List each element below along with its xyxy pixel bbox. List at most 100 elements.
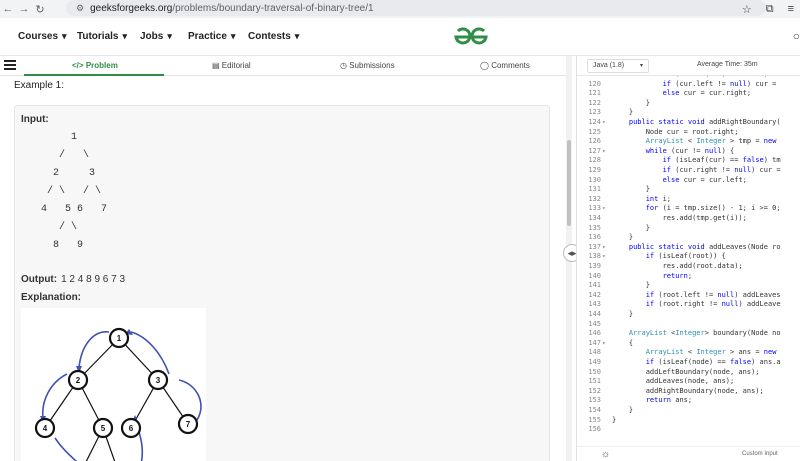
line-number: 132 (588, 194, 601, 203)
line-number: 151 (588, 377, 601, 386)
fold-icon[interactable]: ▾ (602, 252, 606, 261)
tab-submissions[interactable]: ◷ Submissions (340, 61, 395, 70)
code-line: 130 else cur = cur.left; (577, 176, 800, 185)
tree-line: / \ / \ (23, 186, 102, 197)
url-host: geeksforgeeks.org (90, 2, 173, 14)
problem-panel: Example 1: Input: 1 / \ 2 3 / \ / \ 4 5 … (0, 76, 566, 461)
code-line: 153 return ans; (577, 396, 800, 405)
code-line: 144 } (577, 310, 800, 319)
nav-practice[interactable]: Practice ▾ (188, 31, 235, 42)
code-text: } (612, 310, 634, 318)
code-text: } (612, 415, 617, 424)
line-number: 121 (588, 89, 601, 98)
code-text: res.add(tmp.get(i)); (612, 214, 747, 222)
language-select[interactable]: Java (1.8) ▾ (587, 59, 649, 73)
fold-icon[interactable]: ▾ (602, 204, 606, 213)
code-text: addLeftBoundary(node, ans); (612, 367, 760, 376)
clock-icon: ◷ (340, 61, 347, 70)
custom-input-toggle[interactable]: Custom Input (742, 451, 778, 457)
code-line: 132 int i; (577, 195, 800, 204)
explanation-label: Explanation: (21, 292, 82, 303)
code-line: 137 ▾ public static void addLeaves(Node r… (577, 243, 800, 252)
nav-courses[interactable]: Courses ▾ (18, 31, 67, 42)
code-line: 125 Node cur = root.right; (577, 128, 800, 137)
code-icon: </> (72, 61, 84, 70)
chevron-down-icon: ▾ (62, 31, 67, 41)
fold-icon[interactable]: ▾ (602, 147, 606, 156)
extensions-icon[interactable]: ⧉ (766, 3, 774, 16)
fold-icon[interactable]: ▾ (602, 339, 606, 348)
line-number: 134 (588, 214, 601, 222)
line-number: 126 (588, 137, 601, 146)
tab-comments[interactable]: ◯ Comments (480, 61, 530, 70)
boundary-tree-diagram: 1 2 3 4 5 6 7 (21, 308, 206, 461)
back-icon[interactable]: ← (0, 3, 16, 15)
bookmark-star-icon[interactable]: ☆ (742, 3, 752, 16)
code-text: } (612, 223, 650, 232)
tree-node-label: 4 (43, 424, 48, 433)
code-text: else cur = cur.left; (662, 175, 747, 184)
code-line: 128 if (isLeaf(cur) == false) tm (577, 156, 800, 165)
code-text: if (root.left != null) addLeaves (645, 290, 781, 299)
code-line: 143 if (root.right != null) addLeave (577, 300, 800, 309)
nav-contests[interactable]: Contests ▾ (248, 31, 299, 42)
tree-node-label: 6 (129, 424, 134, 433)
code-line: 120 if (cur.left != null) cur = (577, 80, 800, 89)
tree-line: 8 9 (23, 240, 84, 251)
fold-icon[interactable]: ▾ (602, 118, 606, 127)
line-number: 129 (588, 166, 601, 174)
code-line: 156 (577, 425, 800, 434)
code-text: public static void addRightBoundary( (628, 118, 781, 126)
fold-icon[interactable]: ▾ (602, 243, 606, 252)
line-number: 137 (588, 242, 601, 251)
output-value: 1 2 4 8 9 6 7 3 (61, 274, 126, 285)
line-number: 153 (588, 396, 601, 405)
code-line: 148 ArrayList < Integer > ans = new (577, 348, 800, 357)
tab-problem[interactable]: </> Problem (72, 61, 118, 70)
nav-jobs[interactable]: Jobs ▾ (140, 31, 172, 42)
tree-node-label: 7 (186, 420, 191, 429)
line-number: 141 (588, 281, 601, 290)
line-number: 149 (588, 358, 601, 366)
line-number: 130 (588, 175, 601, 184)
editor-footer: ☼ Custom Input (577, 446, 800, 461)
code-text: if (isLeaf(node) == false) ans.a (645, 358, 781, 366)
chat-icon: ◯ (480, 61, 489, 70)
menu-icon[interactable] (4, 60, 16, 70)
reload-icon[interactable]: ↻ (32, 3, 48, 16)
forward-icon[interactable]: → (16, 3, 32, 15)
code-text: for (i = tmp.size() - 1; i >= 0; (645, 204, 781, 213)
output-label: Output: (21, 274, 58, 285)
nav-tutorials[interactable]: Tutorials ▾ (77, 31, 127, 42)
code-line: 123 } (577, 108, 800, 117)
line-number: 128 (588, 156, 601, 165)
reading-list-icon[interactable]: ≡ (788, 3, 794, 15)
code-text: addRightBoundary(node, ans); (612, 386, 764, 395)
line-number: 139 (588, 262, 601, 270)
search-icon[interactable]: ○ (793, 29, 800, 43)
code-line: 127 ▾ while (cur != null) { (577, 147, 800, 156)
code-line: 122 } (577, 99, 800, 108)
scrollbar-thumb[interactable] (567, 140, 571, 226)
input-label: Input: (21, 114, 49, 125)
address-bar[interactable]: ⚙ geeksforgeeks.org/problems/boundary-tr… (66, 0, 766, 16)
code-text: if (cur.right != null) cur = (662, 166, 781, 174)
output-row: Output: 1 2 4 8 9 6 7 3 (21, 274, 125, 285)
code-line: 136 } (577, 233, 800, 242)
code-editor[interactable]: 119 if (isLeaf(cur) == false) r120 if (c… (577, 76, 800, 446)
code-text: ArrayList < Integer > ans = new (645, 348, 777, 357)
code-text: return ans; (645, 396, 693, 405)
tab-editorial[interactable]: ▤ Editorial (212, 61, 251, 70)
code-text: } (612, 233, 634, 242)
line-number: 154 (588, 406, 601, 414)
code-text: while (cur != null) { (645, 146, 735, 155)
code-line: 150 addLeftBoundary(node, ans); (577, 368, 800, 377)
example-heading: Example 1: (14, 80, 65, 91)
gfg-logo[interactable] (452, 27, 490, 52)
theme-toggle-icon[interactable]: ☼ (601, 449, 610, 460)
line-number: 124 (588, 118, 601, 126)
code-line: 154 } (577, 406, 800, 415)
code-line: 151 addLeaves(node, ans); (577, 377, 800, 386)
site-info-icon[interactable]: ⚙ (76, 3, 84, 14)
code-line: 140 return; (577, 272, 800, 281)
